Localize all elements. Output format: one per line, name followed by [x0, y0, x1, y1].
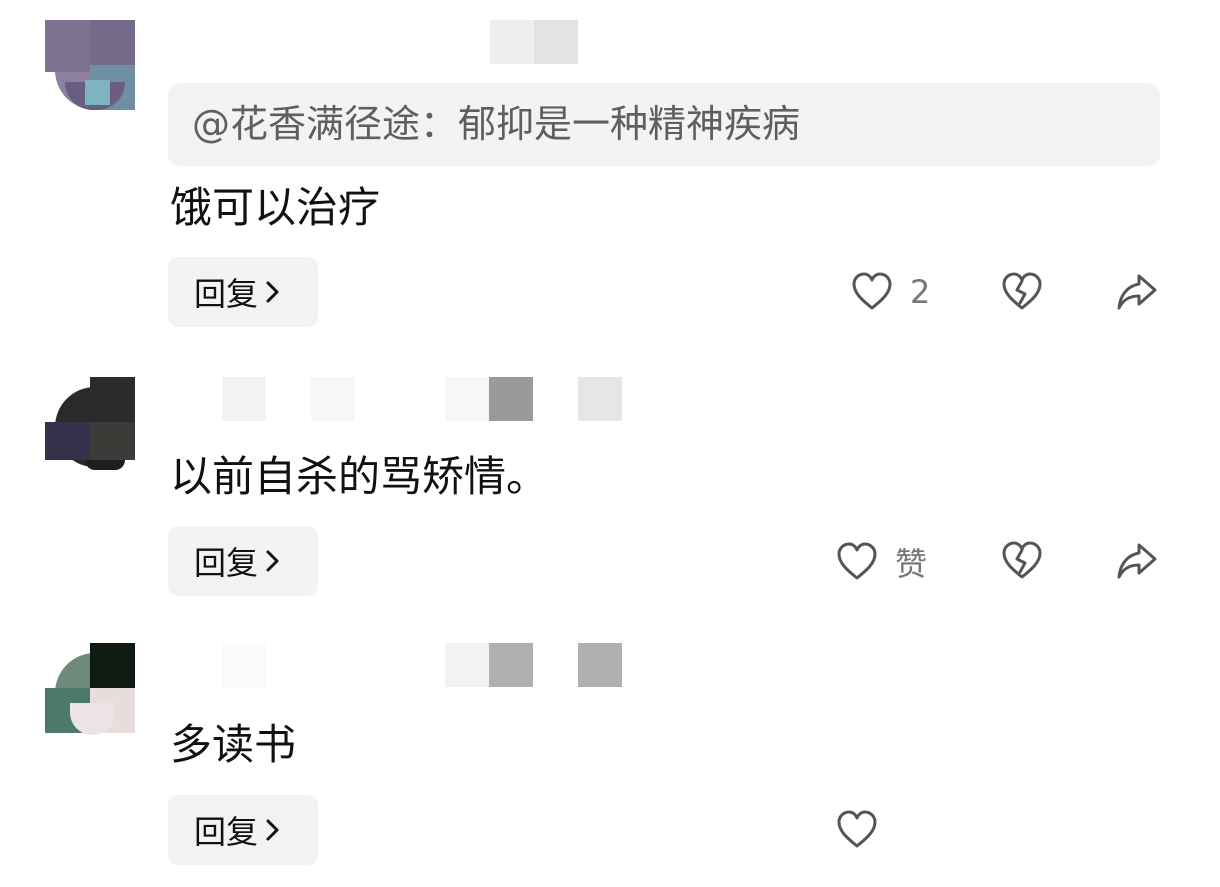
comment-text: 以前自杀的骂矫情。 [170, 452, 549, 501]
broken-heart-icon [1002, 541, 1042, 579]
reply-button[interactable]: 回复 [168, 795, 318, 865]
reply-button[interactable]: 回复 [168, 526, 318, 596]
reply-button[interactable]: 回复 [168, 257, 318, 327]
quoted-comment[interactable]: @花香满径途：郁抑是一种精神疾病 [168, 83, 1160, 166]
reply-label: 回复 [194, 275, 259, 313]
heart-outline-icon [837, 542, 877, 580]
chevron-right-icon [266, 819, 279, 841]
like-button[interactable]: 赞 [835, 539, 927, 585]
chevron-right-icon [266, 550, 279, 572]
like-button[interactable] [835, 808, 879, 852]
share-button[interactable] [1115, 539, 1159, 583]
reply-label: 回复 [194, 813, 259, 851]
dislike-button[interactable] [1000, 270, 1044, 314]
heart-outline-icon [837, 810, 877, 848]
avatar[interactable] [45, 20, 140, 115]
comment-text: 饿可以治疗 [170, 183, 381, 232]
heart-outline-icon [852, 272, 892, 310]
username[interactable] [180, 377, 780, 421]
comment-text: 多读书 [170, 720, 297, 769]
comment-item: 以前自杀的骂矫情。 回复 赞 [0, 377, 1220, 607]
share-arrow-icon [1117, 543, 1157, 579]
reply-label: 回复 [194, 544, 259, 582]
dislike-button[interactable] [1000, 539, 1044, 583]
like-button[interactable]: 2 [850, 270, 930, 314]
quote-text: @花香满径途：郁抑是一种精神疾病 [192, 102, 801, 146]
broken-heart-icon [1002, 272, 1042, 310]
chevron-right-icon [266, 281, 279, 303]
share-arrow-icon [1117, 274, 1157, 310]
like-label: 赞 [895, 545, 928, 583]
username[interactable] [180, 20, 780, 64]
share-button[interactable] [1115, 270, 1159, 314]
username[interactable] [180, 643, 780, 687]
like-count: 2 [910, 273, 931, 311]
comment-item: 多读书 回复 [0, 643, 1220, 887]
comment-item: @花香满径途：郁抑是一种精神疾病 饿可以治疗 回复 2 [0, 0, 1220, 340]
avatar[interactable] [45, 377, 140, 472]
avatar[interactable] [45, 643, 140, 738]
